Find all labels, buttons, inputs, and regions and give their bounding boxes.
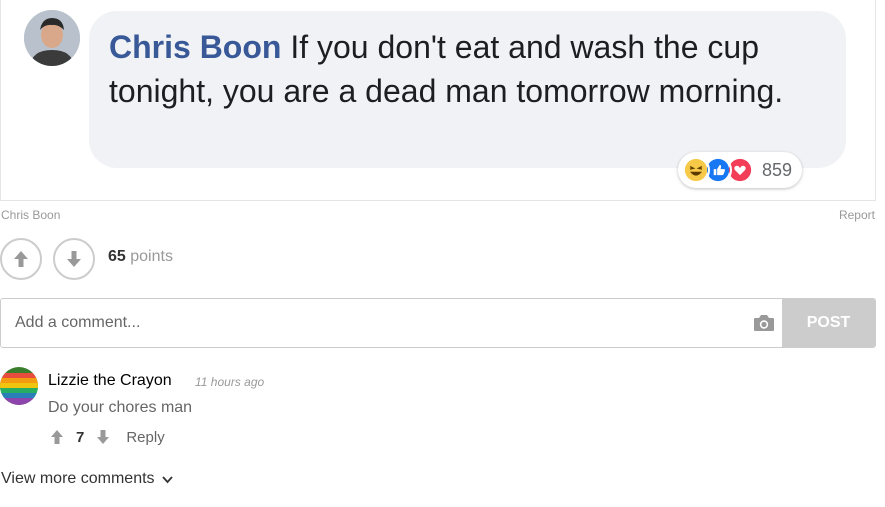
facebook-avatar (24, 10, 80, 66)
camera-button[interactable] (746, 299, 782, 347)
comment-score: 7 (76, 428, 85, 446)
bubble-author: Chris Boon (109, 29, 282, 65)
haha-icon (682, 156, 710, 184)
points-label: points (130, 248, 173, 265)
comment-time: 11 hours ago (195, 375, 265, 389)
chevron-down-icon (161, 475, 173, 483)
camera-icon (754, 315, 774, 331)
post-button[interactable]: POST (782, 299, 875, 347)
points-value: 65 (108, 248, 126, 265)
post-image: Chris Boon If you don't eat and wash the… (0, 0, 876, 201)
comment-input[interactable] (1, 299, 746, 347)
upvote-button[interactable] (0, 238, 42, 280)
arrow-up-icon (14, 251, 28, 267)
arrow-down-icon (67, 251, 81, 267)
reactions-summary: 859 (678, 152, 803, 188)
view-more-comments[interactable]: View more comments (1, 470, 174, 488)
reaction-count: 859 (762, 159, 793, 180)
report-link[interactable]: Report (839, 208, 875, 222)
comment-bubble: Chris Boon If you don't eat and wash the… (89, 11, 846, 168)
comment-avatar[interactable] (0, 367, 38, 405)
comment-form: POST (0, 298, 876, 348)
comment-author[interactable]: Lizzie the Crayon (48, 372, 172, 390)
comment-text: Do your chores man (48, 399, 193, 416)
downvote-button[interactable] (53, 238, 95, 280)
comment-actions: 7 Reply (48, 428, 165, 446)
points-counter: 65 points (108, 248, 173, 266)
comment-downvote-icon[interactable] (94, 428, 112, 446)
view-more-label: View more comments (1, 470, 155, 487)
reply-link[interactable]: Reply (126, 429, 164, 446)
comment-upvote-icon[interactable] (48, 428, 66, 446)
post-source-author[interactable]: Chris Boon (1, 208, 60, 222)
bubble-text: Chris Boon If you don't eat and wash the… (109, 25, 829, 113)
